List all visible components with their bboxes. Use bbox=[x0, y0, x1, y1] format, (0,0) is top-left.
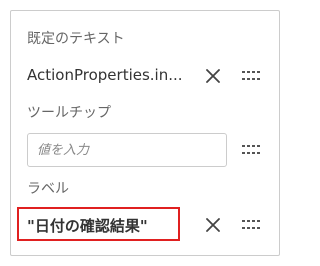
close-icon bbox=[206, 69, 220, 83]
close-icon bbox=[206, 218, 220, 232]
more-options-icon bbox=[242, 220, 260, 229]
tooltip-label: ツールチップ bbox=[27, 105, 111, 121]
clear-default-text-button[interactable] bbox=[203, 66, 223, 86]
label-options-button[interactable] bbox=[241, 215, 261, 235]
clear-label-button[interactable] bbox=[203, 215, 223, 235]
label-section-label: ラベル bbox=[27, 181, 69, 197]
default-text-label: 既定のテキスト bbox=[27, 31, 125, 47]
tooltip-input[interactable] bbox=[27, 133, 227, 167]
label-value: "日付の確認結果" bbox=[27, 217, 148, 235]
default-text-value[interactable]: ActionProperties.in... bbox=[27, 66, 199, 84]
label-value-highlight[interactable]: "日付の確認結果" bbox=[17, 207, 180, 241]
more-options-icon bbox=[242, 145, 260, 154]
more-options-icon bbox=[242, 71, 260, 80]
default-text-options-button[interactable] bbox=[241, 66, 261, 86]
tooltip-options-button[interactable] bbox=[241, 140, 261, 160]
